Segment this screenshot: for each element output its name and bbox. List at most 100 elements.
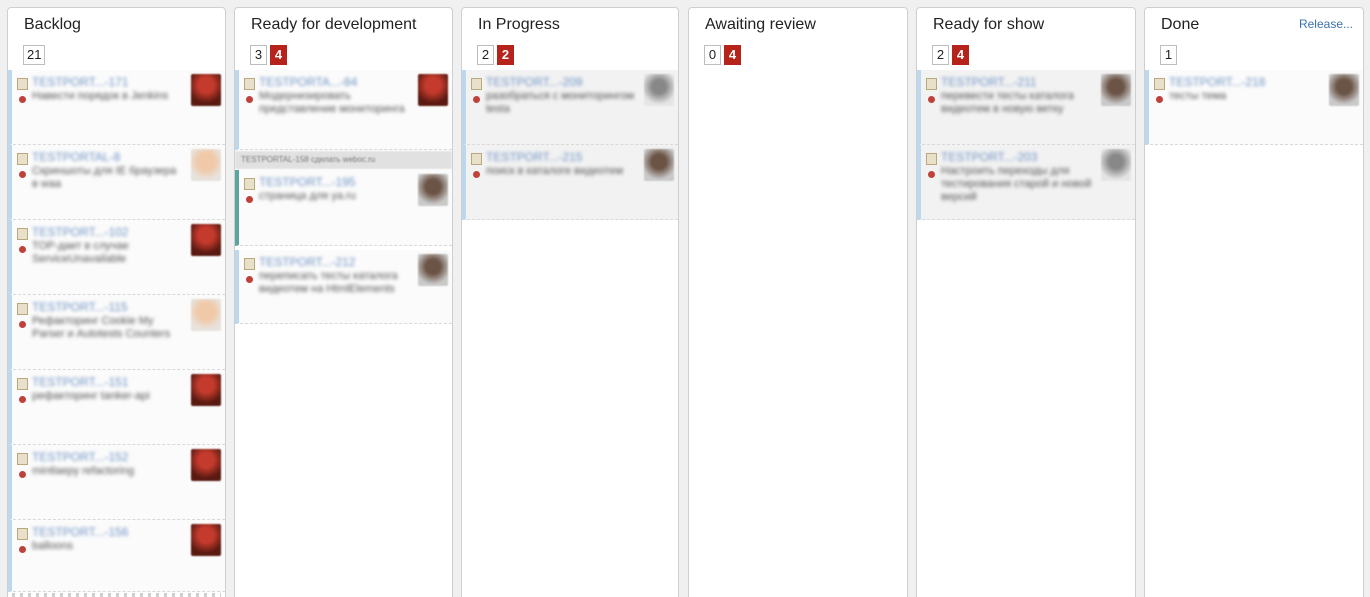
priority-icon [19,171,26,178]
issue-type-icon [244,178,255,190]
issue-type-icon [17,378,28,390]
column-counts: 1 [1160,45,1177,65]
assignee-avatar [191,149,221,181]
column-counts: 2 4 [932,45,969,65]
issue-key[interactable]: TESTPORT...-151 [32,375,128,389]
issue-key[interactable]: TESTPORT...-171 [32,75,128,89]
assignee-avatar [191,74,221,106]
issue-type-icon [17,153,28,165]
issue-count: 0 [704,45,721,65]
scrollbar[interactable] [12,593,221,597]
issue-type-icon [244,78,255,90]
assignee-avatar [1101,74,1131,106]
card-list: TESTPORT...-211 перевести тесты каталога… [917,70,1135,597]
issue-key[interactable]: TESTPORT...-152 [32,450,128,464]
issue-summary: перевести тесты каталога видеотем в нову… [941,90,1074,115]
issue-card[interactable]: TESTPORT...-211 перевести тесты каталога… [917,70,1135,145]
issue-count: 2 [932,45,949,65]
column-counts: 2 2 [477,45,514,65]
column-counts: 21 [23,45,46,65]
column-title: Done [1161,16,1200,33]
issue-key[interactable]: TESTPORT...-115 [32,300,128,314]
parent-issue-header[interactable]: TESTPORTAL-158 сделать weboc.ru [235,151,452,169]
issue-card[interactable]: TESTPORT...-102 TOP-дает в случае Servic… [8,220,225,295]
issue-card[interactable]: TESTPORT...-152 mintlaepy refactoring [8,445,225,520]
issue-type-icon [926,153,937,165]
assignee-avatar [644,74,674,106]
wip-limit-badge: 4 [952,45,969,65]
column-title: Awaiting review [705,16,816,33]
issue-key[interactable]: TESTPORT...-209 [486,75,582,89]
assignee-avatar [191,299,221,331]
priority-icon [1156,96,1163,103]
column-ready-for-show: Ready for show 2 4 TESTPORT...-211 перев… [916,7,1136,597]
issue-count: 3 [250,45,267,65]
priority-icon [473,171,480,178]
issue-card[interactable]: TESTPORT...-212 переписать тесты каталог… [235,250,452,324]
card-list [689,70,907,597]
issue-card[interactable]: TESTPORTAL-8 Скриншоты для IE браузера в… [8,145,225,220]
issue-key[interactable]: TESTPORTAL-8 [32,150,120,164]
column-ready-for-development: Ready for development 3 4 TESTPORTA...-8… [234,7,453,597]
issue-summary: Модернизировать представление мониторинг… [259,90,405,115]
issue-count: 21 [23,45,46,65]
column-backlog: Backlog 21 TESTPORT...-171 Навести поряд… [7,7,226,597]
column-title: In Progress [478,16,560,33]
priority-icon [246,96,253,103]
priority-icon [19,96,26,103]
column-title: Backlog [24,16,81,33]
priority-icon [19,246,26,253]
issue-summary: TOP-дает в случае ServiceUnavailable [32,240,129,265]
issue-key[interactable]: TESTPORT...-212 [259,255,355,269]
assignee-avatar [1329,74,1359,106]
issue-card[interactable]: TESTPORT...-195 страница для ya.ru [235,170,452,246]
issue-card[interactable]: TESTPORTA...-84 Модернизировать представ… [235,70,452,150]
card-list: TESTPORTA...-84 Модернизировать представ… [235,70,452,597]
kanban-board: Backlog 21 TESTPORT...-171 Навести поряд… [0,0,1370,597]
issue-type-icon [926,78,937,90]
issue-summary: Скриншоты для IE браузера в waa [32,165,177,190]
issue-card[interactable]: TESTPORT...-151 рефакторинг tanker-api [8,370,225,445]
issue-summary: разобраться с мониторингом testa [486,90,635,115]
issue-key[interactable]: TESTPORT...-203 [941,150,1037,164]
issue-summary: Рефакторинг Cookie My Parser и Autotests… [32,315,171,340]
column-in-progress: In Progress 2 2 TESTPORT...-209 разобрат… [461,7,679,597]
issue-key[interactable]: TESTPORT...-156 [32,525,128,539]
issue-count: 1 [1160,45,1177,65]
priority-icon [19,546,26,553]
wip-limit-badge: 4 [724,45,741,65]
issue-type-icon [17,303,28,315]
priority-icon [19,321,26,328]
issue-key[interactable]: TESTPORT...-218 [1169,75,1265,89]
assignee-avatar [418,174,448,206]
assignee-avatar [644,149,674,181]
release-link[interactable]: Release... [1299,17,1353,31]
column-awaiting-review: Awaiting review 0 4 [688,7,908,597]
issue-type-icon [471,78,482,90]
issue-type-icon [1154,78,1165,90]
assignee-avatar [418,74,448,106]
issue-type-icon [471,153,482,165]
card-list: TESTPORT...-171 Навести порядок в Jenkin… [8,70,225,597]
issue-key[interactable]: TESTPORTA...-84 [259,75,357,89]
issue-card[interactable]: TESTPORT...-218 тесты тема [1145,70,1363,145]
issue-summary: поиск в каталоге видеотем [486,165,624,177]
issue-card[interactable]: TESTPORT...-115 Рефакторинг Cookie My Pa… [8,295,225,370]
issue-card[interactable]: TESTPORT...-209 разобраться с мониторинг… [462,70,678,145]
priority-icon [928,171,935,178]
issue-summary: balloons [32,540,73,552]
issue-summary: Навести порядок в Jenkins [32,90,169,102]
issue-summary: рефакторинг tanker-api [32,390,150,402]
issue-key[interactable]: TESTPORT...-215 [486,150,582,164]
column-title: Ready for show [933,16,1045,33]
issue-card[interactable]: TESTPORT...-156 balloons [8,520,225,592]
issue-card[interactable]: TESTPORT...-171 Навести порядок в Jenkin… [8,70,225,145]
issue-key[interactable]: TESTPORT...-102 [32,225,128,239]
issue-card[interactable]: TESTPORT...-203 Настроить переходы для т… [917,145,1135,220]
priority-icon [19,471,26,478]
issue-key[interactable]: TESTPORT...-211 [941,75,1037,89]
column-counts: 0 4 [704,45,741,65]
issue-card[interactable]: TESTPORT...-215 поиск в каталоге видеоте… [462,145,678,220]
issue-type-icon [17,453,28,465]
issue-key[interactable]: TESTPORT...-195 [259,175,355,189]
